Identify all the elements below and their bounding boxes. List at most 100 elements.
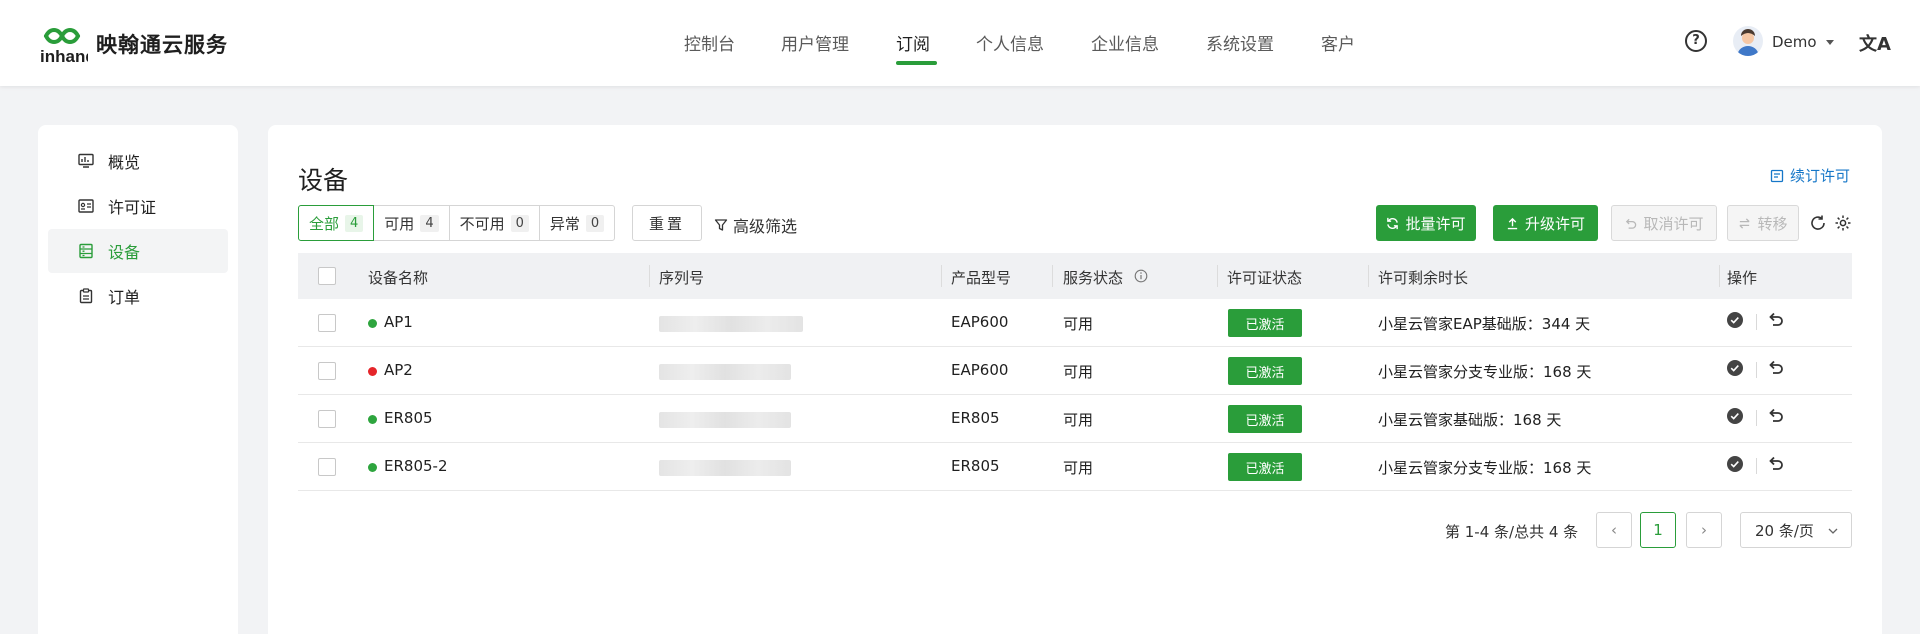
- status-dot: [368, 463, 377, 472]
- reset-button[interactable]: 重置: [632, 205, 702, 241]
- row-checkbox[interactable]: [318, 458, 336, 476]
- renew-license-label: 续订许可: [1789, 167, 1850, 185]
- device-name[interactable]: ER805: [384, 409, 433, 427]
- column-header-model[interactable]: 产品型号: [951, 267, 1011, 288]
- prev-page-button[interactable]: ‹: [1596, 512, 1632, 548]
- sync-icon: [1387, 217, 1399, 229]
- cancel-license-button[interactable]: 取消许可: [1611, 205, 1717, 241]
- column-header-serial[interactable]: 序列号: [659, 267, 704, 288]
- user-name[interactable]: Demo: [1772, 33, 1817, 51]
- column-header-actions: 操作: [1727, 269, 1758, 287]
- column-divider: [1052, 265, 1053, 287]
- chevron-down-icon: [1828, 528, 1838, 534]
- status-dot: [368, 319, 377, 328]
- check-circle-icon[interactable]: [1726, 359, 1744, 377]
- next-page-button[interactable]: ›: [1686, 512, 1722, 548]
- page-size-value: 20 条/页: [1755, 521, 1814, 540]
- row-checkbox[interactable]: [318, 314, 336, 332]
- settings-icon[interactable]: [1834, 214, 1852, 232]
- undo-icon: [1626, 218, 1637, 229]
- action-divider: [1756, 362, 1757, 378]
- product-model: ER805: [951, 457, 1000, 475]
- avatar[interactable]: [1733, 26, 1763, 56]
- sidebar-item-label: 概览: [108, 153, 141, 172]
- undo-icon[interactable]: [1767, 311, 1785, 329]
- pagination-total: 第 1-4 条/总共 4 条: [1445, 523, 1579, 541]
- filter-available[interactable]: 可用 4: [373, 205, 450, 241]
- sidebar-item-label: 订单: [108, 288, 141, 307]
- select-all-checkbox[interactable]: [318, 267, 336, 285]
- refresh-icon[interactable]: [1809, 214, 1827, 232]
- filter-count: 4: [420, 214, 439, 232]
- service-status: 可用: [1063, 363, 1094, 381]
- sidebar-item-label: 许可证: [108, 198, 157, 217]
- nav-item-personal-info[interactable]: 个人信息: [976, 30, 1044, 55]
- column-header-license-status[interactable]: 许可证状态: [1227, 267, 1302, 288]
- license-remaining: 小星云管家基础版：168 天: [1378, 411, 1562, 429]
- filter-label: 可用: [384, 214, 415, 233]
- sidebar-item-label: 设备: [108, 243, 141, 262]
- row-checkbox[interactable]: [318, 362, 336, 380]
- nav-item-company-info[interactable]: 企业信息: [1091, 30, 1159, 55]
- serial-number-redacted: [659, 412, 791, 428]
- nav-item-customers[interactable]: 客户: [1321, 30, 1355, 55]
- order-icon: [79, 288, 93, 304]
- top-bar: inhand 映翰通云服务 控制台 用户管理 订阅 个人信息 企业信息 系统设置…: [0, 0, 1920, 86]
- undo-icon[interactable]: [1767, 455, 1785, 473]
- advanced-filter-button[interactable]: 高级筛选: [714, 213, 797, 237]
- service-status: 可用: [1063, 411, 1094, 429]
- column-divider: [941, 265, 942, 287]
- row-checkbox[interactable]: [318, 410, 336, 428]
- language-icon[interactable]: 文A: [1859, 30, 1891, 56]
- filter-all[interactable]: 全部 4: [298, 205, 375, 241]
- filter-abnormal[interactable]: 异常 0: [538, 205, 616, 241]
- product-model: EAP600: [951, 313, 1009, 331]
- page-size-select[interactable]: 20 条/页: [1740, 512, 1852, 548]
- renew-license-link[interactable]: 续订许可: [1770, 165, 1850, 186]
- undo-icon[interactable]: [1767, 359, 1785, 377]
- undo-icon[interactable]: [1767, 407, 1785, 425]
- sidebar-item-orders[interactable]: 订单: [48, 274, 228, 318]
- check-circle-icon[interactable]: [1726, 311, 1744, 329]
- check-circle-icon[interactable]: [1726, 455, 1744, 473]
- column-header-remaining[interactable]: 许可剩余时长: [1378, 267, 1468, 288]
- device-name[interactable]: AP1: [384, 313, 413, 331]
- license-remaining: 小星云管家分支专业版：168 天: [1378, 459, 1592, 477]
- sidebar-item-license[interactable]: 许可证: [48, 184, 228, 228]
- serial-number-redacted: [659, 364, 791, 380]
- status-dot: [368, 415, 377, 424]
- column-header-device-name[interactable]: 设备名称: [368, 267, 428, 288]
- nav-item-console[interactable]: 控制台: [684, 30, 735, 55]
- page-button-current[interactable]: 1: [1640, 512, 1676, 548]
- product-model: ER805: [951, 409, 1000, 427]
- device-name[interactable]: ER805-2: [384, 457, 448, 475]
- nav-item-user-management[interactable]: 用户管理: [781, 30, 849, 55]
- upgrade-license-button[interactable]: 升级许可: [1493, 205, 1598, 241]
- sidebar-item-overview[interactable]: 概览: [48, 139, 228, 183]
- action-divider: [1756, 410, 1757, 426]
- chevron-down-icon[interactable]: [1826, 40, 1834, 45]
- action-divider: [1756, 458, 1757, 474]
- column-header-service-status[interactable]: 服务状态: [1063, 267, 1123, 288]
- upgrade-license-label: 升级许可: [1524, 214, 1585, 233]
- device-name[interactable]: AP2: [384, 361, 413, 379]
- table-row: AP2 EAP600 可用 已激活 小星云管家分支专业版：168 天: [298, 347, 1852, 395]
- transfer-label: 转移: [1757, 214, 1788, 233]
- license-icon: [78, 199, 94, 213]
- filter-label: 全部: [309, 214, 340, 233]
- batch-license-button[interactable]: 批量许可: [1376, 205, 1476, 241]
- nav-item-system-settings[interactable]: 系统设置: [1206, 30, 1274, 55]
- check-circle-icon[interactable]: [1726, 407, 1744, 425]
- device-icon: [79, 243, 93, 259]
- filter-unavailable[interactable]: 不可用 0: [448, 205, 540, 241]
- filter-count: 0: [585, 214, 605, 232]
- column-divider: [1217, 265, 1218, 287]
- cancel-license-label: 取消许可: [1643, 214, 1704, 233]
- info-icon[interactable]: [1134, 269, 1148, 283]
- product-model: EAP600: [951, 361, 1009, 379]
- help-icon[interactable]: ?: [1685, 30, 1707, 52]
- sidebar-item-devices[interactable]: 设备: [48, 229, 228, 273]
- renew-icon: [1770, 169, 1784, 182]
- transfer-button[interactable]: 转移: [1727, 205, 1799, 241]
- nav-item-subscription[interactable]: 订阅: [896, 30, 930, 55]
